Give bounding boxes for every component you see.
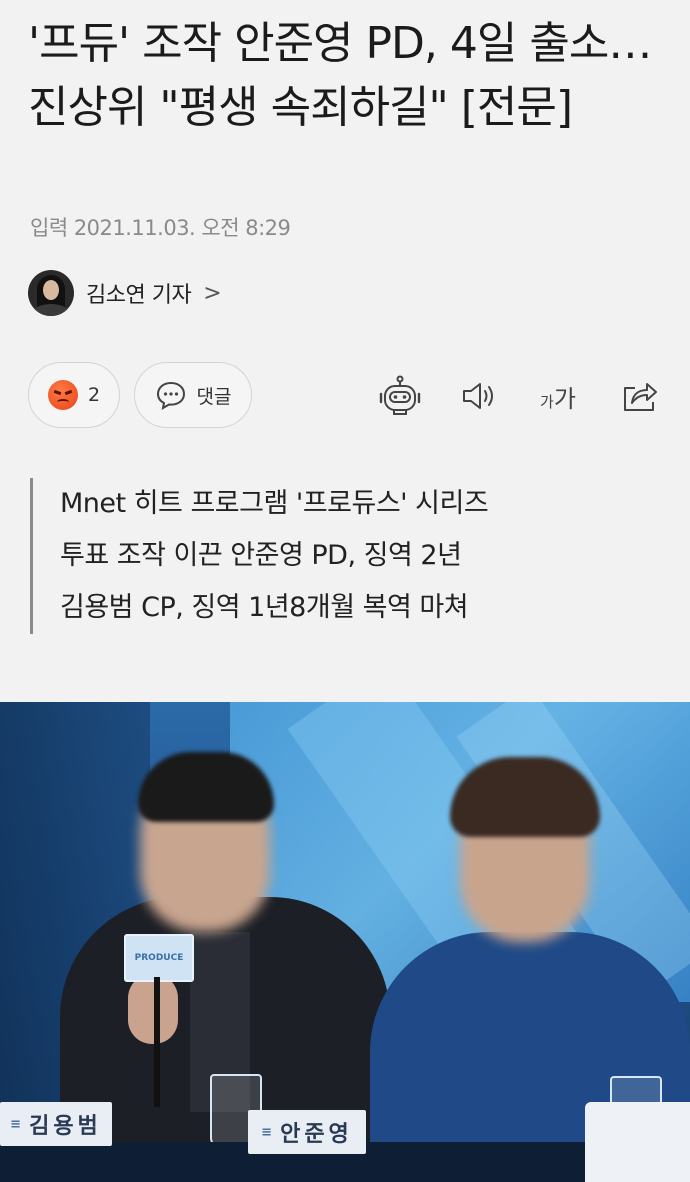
reaction-count: 2 bbox=[87, 384, 101, 406]
font-size-icon: 가가 bbox=[540, 384, 576, 413]
nameplate-right: ≡ 안준영 bbox=[248, 1110, 366, 1154]
summary-line: 투표 조작 이끈 안준영 PD, 징역 2년 bbox=[60, 540, 462, 571]
mic-flag: PRODUCE bbox=[124, 934, 194, 982]
comment-button[interactable]: 댓글 bbox=[134, 362, 252, 428]
article-summary: Mnet 히트 프로그램 '프로듀스' 시리즈 투표 조작 이끈 안준영 PD,… bbox=[30, 478, 680, 634]
comment-label: 댓글 bbox=[196, 385, 232, 408]
reporter-byline[interactable]: 김소연 기자 > bbox=[28, 270, 222, 316]
article-headline: '프듀' 조작 안준영 PD, 4일 출소…진상위 "평생 속죄하길" [전문] bbox=[28, 18, 652, 133]
share-icon bbox=[624, 383, 657, 411]
reporter-avatar[interactable] bbox=[28, 270, 74, 316]
nameplate-left: ≡ 김용범 bbox=[0, 1102, 112, 1146]
share-button[interactable] bbox=[618, 376, 662, 416]
summary-line: 김용범 CP, 징역 1년8개월 복역 마쳐 bbox=[60, 592, 469, 623]
angry-emoji-icon bbox=[47, 380, 78, 410]
article-photo[interactable]: PRODUCE ≡ 김용범 ≡ 안준영 bbox=[0, 702, 690, 1182]
reporter-name[interactable]: 김소연 기자 bbox=[86, 277, 192, 309]
robot-icon bbox=[379, 375, 421, 415]
article-action-bar: 2 댓글 가가 bbox=[28, 362, 668, 432]
summary-line: Mnet 히트 프로그램 '프로듀스' 시리즈 bbox=[60, 488, 489, 519]
speech-bubble-icon bbox=[156, 381, 185, 410]
summary-bot-button[interactable] bbox=[378, 375, 422, 416]
reaction-button[interactable]: 2 bbox=[28, 362, 120, 428]
speaker-icon bbox=[463, 383, 493, 409]
article-page: '프듀' 조작 안준영 PD, 4일 출소…진상위 "평생 속죄하길" [전문]… bbox=[0, 0, 690, 1182]
font-size-button[interactable]: 가가 bbox=[536, 376, 580, 416]
text-to-speech-button[interactable] bbox=[458, 376, 502, 416]
chevron-right-icon: > bbox=[203, 280, 222, 306]
publish-timestamp: 입력 2021.11.03. 오전 8:29 bbox=[30, 216, 291, 240]
